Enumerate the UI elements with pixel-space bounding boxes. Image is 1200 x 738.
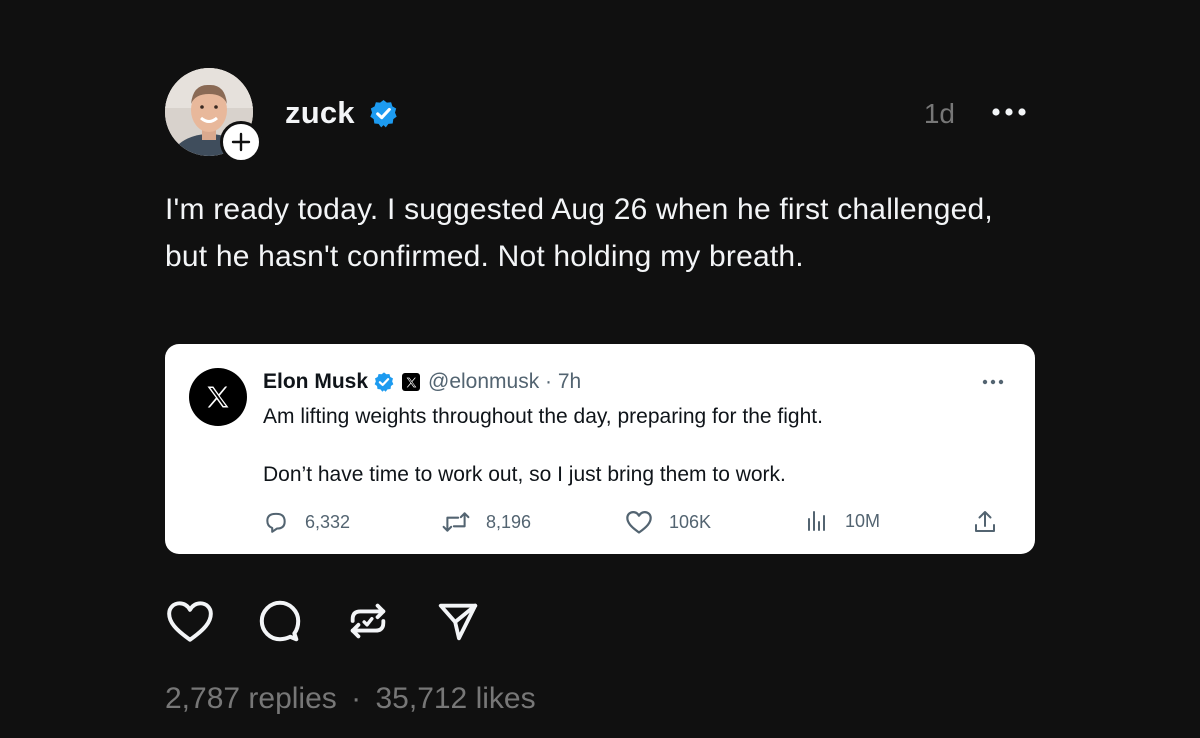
embed-views-stat[interactable]: 10M bbox=[805, 509, 880, 533]
embed-repost-stat[interactable]: 8,196 bbox=[442, 509, 531, 535]
embed-like-stat[interactable]: 106K bbox=[625, 509, 711, 535]
like-button[interactable] bbox=[165, 596, 215, 646]
embed-text-line: Don’t have time to work out, so I just b… bbox=[263, 463, 786, 486]
share-button[interactable] bbox=[433, 596, 483, 646]
x-logo-icon bbox=[207, 386, 229, 408]
embed-avatar[interactable] bbox=[189, 368, 247, 426]
follow-button[interactable] bbox=[220, 121, 262, 163]
post-engagement-stats: 2,787 replies · 35,712 likes bbox=[165, 682, 536, 716]
post-header: zuck 1d bbox=[165, 68, 1035, 163]
embedded-tweet-card[interactable]: Elon Musk @elonmusk · 7h Am lifting weig… bbox=[165, 344, 1035, 554]
share-upload-icon bbox=[975, 511, 995, 532]
embed-author-name[interactable]: Elon Musk bbox=[263, 370, 368, 394]
embed-views-count: 10M bbox=[845, 510, 881, 531]
heart-icon bbox=[167, 601, 213, 642]
x-logo-icon bbox=[406, 377, 416, 387]
embed-handle-time[interactable]: @elonmusk · 7h bbox=[428, 370, 581, 394]
bar-chart-icon bbox=[808, 511, 825, 531]
verified-badge-icon bbox=[374, 372, 394, 392]
x-affiliation-icon bbox=[402, 373, 421, 391]
embed-reply-count: 6,332 bbox=[305, 511, 351, 532]
more-horizontal-icon[interactable] bbox=[991, 104, 1027, 120]
post-timestamp: 1d bbox=[923, 98, 955, 129]
repost-button[interactable] bbox=[343, 596, 393, 646]
embed-reply-stat[interactable]: 6,332 bbox=[263, 509, 350, 535]
plus-icon bbox=[231, 132, 251, 152]
more-horizontal-icon[interactable] bbox=[981, 378, 1005, 386]
repost-icon bbox=[350, 603, 386, 639]
embed-share-stat[interactable] bbox=[973, 509, 1013, 535]
embed-like-count: 106K bbox=[669, 511, 712, 532]
username[interactable]: zuck bbox=[285, 95, 355, 131]
embed-text-line: Am lifting weights throughout the day, p… bbox=[263, 405, 823, 428]
embed-repost-count: 8,196 bbox=[486, 511, 532, 532]
repost-icon bbox=[442, 512, 470, 532]
replies-count[interactable]: 2,787 replies bbox=[165, 682, 337, 715]
stats-separator: · bbox=[351, 682, 362, 715]
post-body-text: I'm ready today. I suggested Aug 26 when… bbox=[165, 193, 993, 273]
likes-count[interactable]: 35,712 likes bbox=[375, 682, 535, 715]
thread-post: zuck 1d I'm ready today. I suggested Aug… bbox=[165, 68, 1035, 715]
heart-icon bbox=[626, 510, 652, 534]
verified-badge-icon bbox=[370, 99, 397, 128]
embed-author-line: Elon Musk @elonmusk · 7h bbox=[263, 370, 581, 394]
send-icon bbox=[438, 603, 478, 641]
reply-button[interactable] bbox=[255, 596, 305, 646]
comment-icon bbox=[259, 600, 301, 642]
comment-icon bbox=[266, 512, 286, 533]
